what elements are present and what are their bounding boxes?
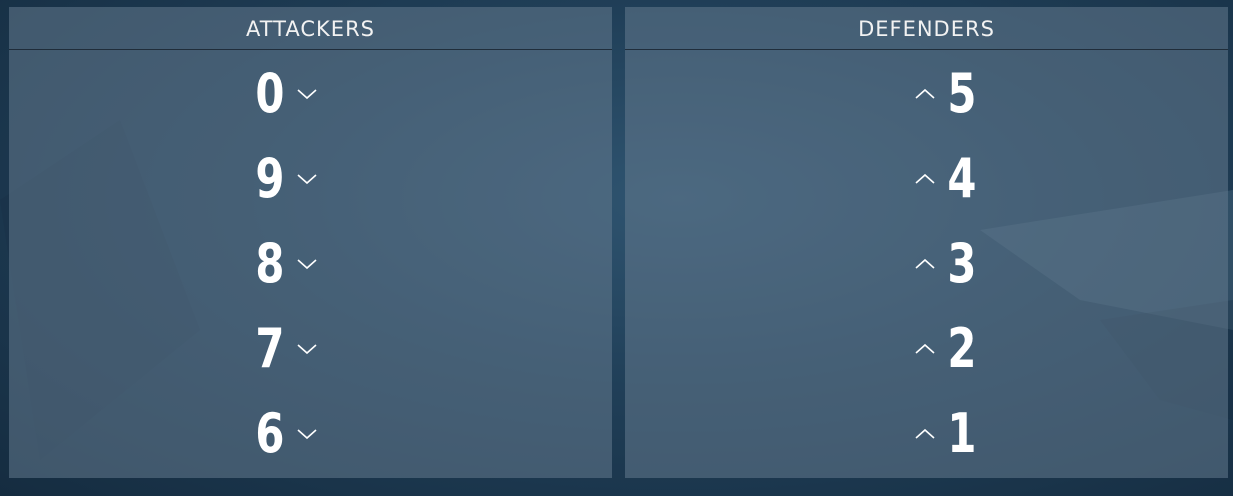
chevron-up-icon[interactable] [913,172,937,186]
attackers-panel: ATTACKERS 0 9 8 7 6 [9,7,612,478]
chevron-up-icon[interactable] [913,427,937,441]
chevron-down-icon[interactable] [295,342,319,356]
defenders-row: 2 [913,314,979,384]
round-number: 3 [947,232,977,295]
chevron-up-icon[interactable] [913,342,937,356]
round-number: 0 [255,62,285,125]
attackers-row: 9 [253,144,319,214]
round-number: 8 [255,232,285,295]
defenders-title: DEFENDERS [625,7,1228,50]
round-number: 5 [947,62,977,125]
defenders-row: 4 [913,144,979,214]
defenders-row: 1 [913,399,979,469]
round-number: 2 [947,317,977,380]
round-number: 4 [947,147,977,210]
attackers-row: 6 [253,399,319,469]
defenders-row: 3 [913,229,979,299]
chevron-up-icon[interactable] [913,257,937,271]
defenders-row: 5 [913,59,979,129]
round-number: 9 [255,147,285,210]
attackers-title: ATTACKERS [9,7,612,50]
chevron-down-icon[interactable] [295,257,319,271]
round-number: 1 [947,402,977,465]
chevron-up-icon[interactable] [913,87,937,101]
chevron-down-icon[interactable] [295,172,319,186]
attackers-row: 7 [253,314,319,384]
defenders-panel: DEFENDERS 5 4 3 2 1 [625,7,1228,478]
round-number: 6 [255,402,285,465]
round-number: 7 [255,317,285,380]
attackers-row: 0 [253,59,319,129]
chevron-down-icon[interactable] [295,427,319,441]
attackers-row: 8 [253,229,319,299]
chevron-down-icon[interactable] [295,87,319,101]
